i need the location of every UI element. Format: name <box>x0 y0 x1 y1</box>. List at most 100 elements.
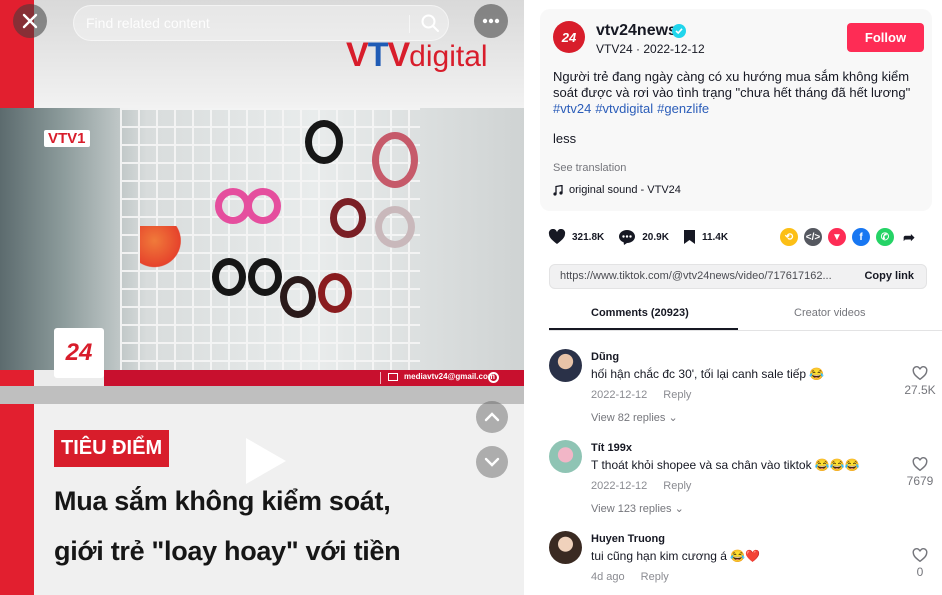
channel-name[interactable]: vtv24news <box>596 22 677 40</box>
record-icon <box>488 372 499 383</box>
comment-like-button[interactable]: 0 <box>901 548 939 579</box>
copy-link-button[interactable]: Copy link <box>864 270 914 282</box>
close-button[interactable] <box>13 4 47 38</box>
comment-like-count: 27.5K <box>904 383 936 397</box>
sunglasses <box>330 198 366 238</box>
whatsapp-icon[interactable]: ✆ <box>876 228 894 246</box>
sunglasses <box>305 120 343 164</box>
email-ticker: mediavtv24@gmail.com <box>104 370 524 386</box>
topic-tag: TIÊU ĐIỂM <box>54 430 170 467</box>
sunglasses <box>248 258 282 296</box>
search-bar[interactable] <box>73 5 449 41</box>
send-icon[interactable]: ▼ <box>828 228 846 246</box>
vtv-digital-logo: VTVdigital <box>346 36 488 74</box>
more-icon <box>482 18 500 24</box>
reply-button[interactable]: Reply <box>641 571 669 583</box>
heart-outline-icon <box>912 548 928 563</box>
active-tab-underline <box>549 328 738 330</box>
sunglasses <box>372 132 418 188</box>
sunglasses <box>212 258 246 296</box>
more-options-button[interactable] <box>474 4 508 38</box>
search-input[interactable] <box>86 6 406 40</box>
comment-username[interactable]: Tít 199x <box>591 442 632 454</box>
comment-date: 4d ago <box>591 571 625 583</box>
avatar[interactable] <box>549 440 582 473</box>
ticker-divider <box>380 372 381 384</box>
sound-link[interactable]: original sound - VTV24 <box>553 184 681 196</box>
search-divider <box>409 15 410 33</box>
hashtag-link[interactable]: #vtv24 <box>553 101 591 116</box>
comment-like-button[interactable]: 7679 <box>901 457 939 488</box>
engagement-row: 321.8K 20.9K 11.4K <box>548 225 742 249</box>
hashtag-link[interactable]: #vtvdigital <box>595 101 653 116</box>
comment-icon <box>619 229 636 245</box>
comment-date: 2022-12-12 <box>591 480 648 492</box>
tab-creator-videos[interactable]: Creator videos <box>794 307 866 319</box>
view-replies-button[interactable]: View 123 replies ⌄ <box>591 502 684 515</box>
follow-button[interactable]: Follow <box>847 23 924 52</box>
avatar[interactable] <box>549 531 582 564</box>
bookmark-icon <box>683 230 695 244</box>
play-icon[interactable] <box>246 438 286 484</box>
music-note-icon <box>553 184 563 196</box>
reply-button[interactable]: Reply <box>663 480 691 492</box>
post-info-card: 24 vtv24news VTV24 · 2022-12-12 Follow N… <box>540 9 932 211</box>
previous-video-button[interactable] <box>476 401 508 433</box>
save-button[interactable]: 11.4K <box>683 229 728 245</box>
comment-text: tui cũng hạn kim cương á 😂❤️ <box>591 549 761 563</box>
video-headline-line-2: giới trẻ "loay hoay" với tiền <box>54 536 401 566</box>
like-count: 321.8K <box>572 231 605 243</box>
search-icon[interactable] <box>420 13 440 33</box>
avatar[interactable] <box>549 349 582 382</box>
sunglasses <box>318 273 352 313</box>
comment-count: 20.9K <box>642 231 669 243</box>
video-separator-strip <box>0 386 524 404</box>
view-replies-button[interactable]: View 82 replies ⌄ <box>591 411 678 424</box>
tab-comments[interactable]: Comments (20923) <box>591 307 689 319</box>
channel-avatar[interactable]: 24 <box>553 21 585 53</box>
next-video-button[interactable] <box>476 446 508 478</box>
like-button[interactable]: 321.8K <box>548 229 604 245</box>
sound-name: original sound - VTV24 <box>569 184 681 196</box>
share-arrow-icon[interactable]: ➦ <box>900 228 918 246</box>
comment-button[interactable]: 20.9K <box>618 229 669 246</box>
comment-meta: 2022-12-12 Reply <box>591 389 691 401</box>
post-description: Người trẻ đang ngày càng có xu hướng mua… <box>553 69 911 100</box>
verified-icon <box>672 24 686 38</box>
comment-username[interactable]: Huyen Truong <box>591 533 665 545</box>
sunglasses <box>245 188 281 224</box>
video-url: https://www.tiktok.com/@vtv24news/video/… <box>560 270 832 282</box>
save-count: 11.4K <box>701 231 729 243</box>
mail-icon <box>388 373 398 381</box>
ticker-email: mediavtv24@gmail.com <box>404 372 495 381</box>
comment-date: 2022-12-12 <box>591 389 648 401</box>
tab-bar: Comments (20923) Creator videos <box>549 301 942 331</box>
comment-like-count: 0 <box>916 565 924 579</box>
video-headline-line-1: Mua sắm không kiểm soát, <box>54 486 391 516</box>
video-player[interactable]: VTVdigital VTV1 24 mediavtv24@gmail.com … <box>0 0 524 595</box>
repost-icon[interactable]: ⟲ <box>780 228 798 246</box>
embed-icon[interactable]: </> <box>804 228 822 246</box>
comment-meta: 4d ago Reply <box>591 571 669 583</box>
hashtag-link[interactable]: #genzlife <box>657 101 709 116</box>
heart-picture <box>140 226 188 268</box>
reply-button[interactable]: Reply <box>663 389 691 401</box>
chevron-up-icon <box>484 412 500 422</box>
sunglasses <box>280 276 316 318</box>
close-icon <box>22 13 38 29</box>
channel-meta: VTV24 · 2022-12-12 <box>596 42 705 56</box>
comment-like-count: 7679 <box>906 474 934 488</box>
see-translation-link[interactable]: See translation <box>553 162 626 174</box>
chevron-down-icon <box>484 457 500 467</box>
vtv24-logo: 24 <box>54 328 104 378</box>
facebook-icon[interactable]: f <box>852 228 870 246</box>
vtv1-badge: VTV1 <box>44 130 90 147</box>
sunglasses <box>375 206 415 248</box>
comment-meta: 2022-12-12 Reply <box>591 480 691 492</box>
details-panel: 24 vtv24news VTV24 · 2022-12-12 Follow N… <box>524 0 942 595</box>
heart-outline-icon <box>912 366 928 381</box>
comment-username[interactable]: Dũng <box>591 351 619 363</box>
comment-like-button[interactable]: 27.5K <box>901 366 939 397</box>
less-toggle[interactable]: less <box>553 131 576 146</box>
copy-link-box: https://www.tiktok.com/@vtv24news/video/… <box>549 264 927 289</box>
